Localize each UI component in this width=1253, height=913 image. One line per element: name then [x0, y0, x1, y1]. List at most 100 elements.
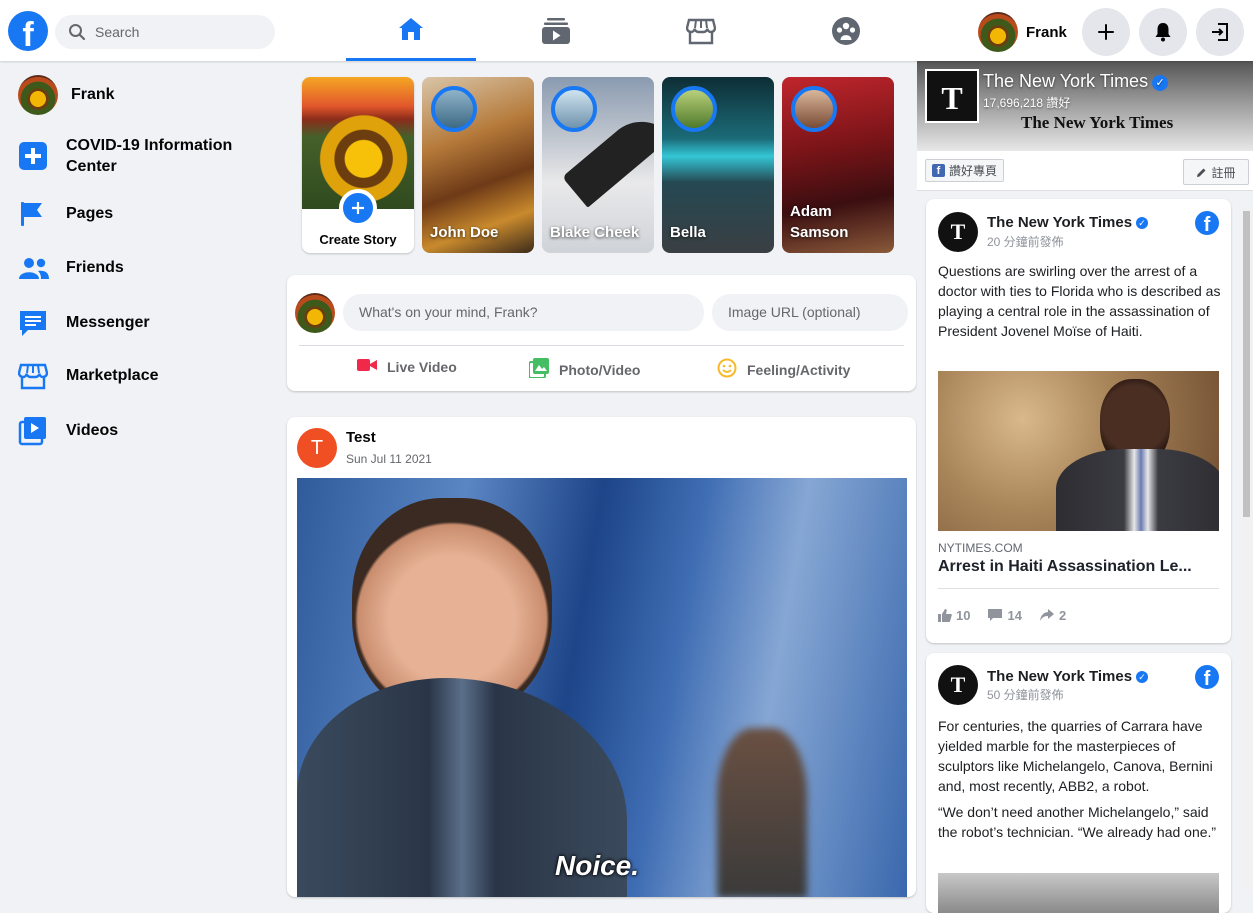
sidebar-item-profile[interactable]: Frank — [18, 75, 115, 115]
feeling-activity-button[interactable]: Feeling/Activity — [717, 358, 850, 381]
page-name[interactable]: The New York Times ✓ — [983, 71, 1169, 92]
sidebar-profile-name: Frank — [71, 86, 115, 103]
search-input[interactable] — [95, 15, 265, 49]
tab-groups[interactable] — [781, 0, 911, 61]
sidebar-item-covid[interactable]: COVID-19 Information Center — [18, 135, 246, 177]
facebook-f-icon: f — [932, 164, 945, 177]
profile-name: Frank — [1026, 23, 1067, 41]
nyt-post: T The New York Times ✓ 20 分鐘前發佈 f Questio… — [926, 199, 1231, 643]
top-navigation-bar: f Frank — [0, 0, 1253, 61]
sidebar-item-label: Marketplace — [66, 367, 159, 384]
facebook-icon[interactable]: f — [1195, 211, 1219, 235]
like-count[interactable]: 10 — [938, 608, 970, 623]
link-preview-box[interactable]: NYTIMES.COM Arrest in Haiti Assassinatio… — [938, 531, 1219, 589]
nyt-post-author[interactable]: The New York Times ✓ — [987, 668, 1149, 685]
tab-marketplace[interactable] — [636, 0, 766, 61]
logout-button[interactable] — [1196, 8, 1244, 56]
next-post-image — [938, 873, 1219, 913]
flag-icon — [21, 202, 42, 226]
messenger-icon — [20, 311, 46, 336]
story-avatar — [551, 86, 597, 132]
post-image[interactable]: Noice. — [297, 478, 907, 897]
home-icon — [399, 18, 423, 40]
post-author[interactable]: Test — [346, 429, 376, 446]
sidebar-item-marketplace[interactable]: Marketplace — [18, 362, 159, 390]
photo-video-button[interactable]: Photo/Video — [528, 358, 640, 381]
story-avatar — [671, 86, 717, 132]
link-title: Arrest in Haiti Assassination Le... — [938, 558, 1192, 575]
create-story-card[interactable]: Create Story — [302, 77, 414, 253]
sidebar-item-label: COVID-19 Information Center — [66, 137, 233, 175]
like-page-label: 讚好專頁 — [949, 164, 998, 178]
story-card[interactable]: Adam Samson — [782, 77, 894, 253]
share-icon — [1039, 609, 1054, 621]
groups-icon — [832, 16, 860, 45]
sidebar-item-pages[interactable]: Pages — [18, 200, 113, 228]
story-avatar — [791, 86, 837, 132]
nyt-avatar-icon[interactable]: T — [938, 665, 978, 705]
story-name: John Doe — [430, 224, 499, 241]
status-input[interactable]: What's on your mind, Frank? — [343, 294, 704, 331]
sidebar-item-friends[interactable]: Friends — [18, 254, 124, 282]
comment-count[interactable]: 14 — [988, 608, 1022, 623]
video-camera-icon — [357, 359, 377, 371]
action-label: Feeling/Activity — [747, 361, 851, 378]
page-plugin-header[interactable]: T The New York Times ✓ 17,696,218 讚好 The … — [917, 61, 1253, 151]
background-person-shape — [717, 728, 807, 897]
story-card[interactable]: Bella — [662, 77, 774, 253]
tab-watch[interactable] — [491, 0, 621, 61]
like-page-button[interactable]: f 讚好專頁 — [925, 159, 1005, 182]
post-avatar[interactable]: T — [297, 428, 337, 468]
nyt-post-author[interactable]: The New York Times ✓ — [987, 214, 1149, 231]
story-name: Blake Cheek — [550, 224, 640, 241]
search-box[interactable] — [55, 15, 275, 49]
like-count-value: 10 — [956, 607, 971, 623]
verified-icon: ✓ — [1152, 75, 1169, 91]
bell-icon — [1155, 23, 1171, 42]
nyt-post-time[interactable]: 20 分鐘前發佈 — [987, 233, 1064, 250]
facebook-icon[interactable]: f — [1195, 665, 1219, 689]
divider — [299, 345, 904, 346]
signup-button[interactable]: 註冊 — [1183, 159, 1249, 185]
action-label: Live Video — [387, 358, 457, 375]
thumbs-up-icon — [938, 608, 952, 622]
sidebar-item-videos[interactable]: Videos — [18, 416, 118, 446]
sidebar-item-messenger[interactable]: Messenger — [18, 308, 150, 338]
story-card[interactable]: Blake Cheek — [542, 77, 654, 253]
signup-label: 註冊 — [1211, 165, 1236, 180]
comment-icon — [988, 608, 1003, 621]
page-plugin-scrollbar[interactable] — [1242, 209, 1251, 889]
plus-icon — [1098, 24, 1114, 40]
verified-icon: ✓ — [1136, 217, 1149, 229]
scrollbar-thumb[interactable] — [1243, 211, 1250, 517]
nyt-avatar-icon[interactable]: T — [938, 212, 978, 252]
verified-icon: ✓ — [1136, 671, 1149, 683]
profile-shortcut[interactable]: Frank — [978, 12, 1067, 52]
live-video-button[interactable]: Live Video — [357, 358, 457, 375]
facebook-logo-icon[interactable]: f — [8, 11, 48, 51]
nyt-masthead: The New York Times — [1021, 113, 1174, 132]
image-url-input[interactable]: Image URL (optional) — [712, 294, 908, 331]
tab-home[interactable] — [346, 0, 476, 61]
avatar — [18, 75, 58, 115]
nyt-post-text: Questions are swirling over the arrest o… — [938, 263, 1221, 339]
nyt-post-time[interactable]: 50 分鐘前發佈 — [987, 686, 1064, 703]
photo-icon — [528, 358, 549, 379]
video-play-icon — [18, 417, 46, 446]
nyt-logo-icon: T — [925, 69, 979, 123]
store-icon — [18, 363, 48, 390]
post-timestamp[interactable]: Sun Jul 11 2021 — [346, 452, 432, 466]
story-card[interactable]: John Doe — [422, 77, 534, 253]
notifications-button[interactable] — [1139, 8, 1187, 56]
story-name: Bella — [670, 224, 706, 241]
nyt-post-text-2: “We don’t need another Michelangelo,” sa… — [938, 804, 1217, 840]
story-name: Adam Samson — [790, 203, 849, 241]
create-button[interactable] — [1082, 8, 1130, 56]
share-count[interactable]: 2 — [1039, 607, 1067, 623]
add-story-button[interactable] — [339, 189, 377, 227]
page-likes: 17,696,218 讚好 — [983, 96, 1071, 110]
share-count-value: 2 — [1058, 607, 1067, 623]
link-preview-image[interactable] — [938, 371, 1219, 531]
person-body-shape — [1056, 449, 1219, 531]
sidebar-item-label: Messenger — [66, 314, 150, 331]
